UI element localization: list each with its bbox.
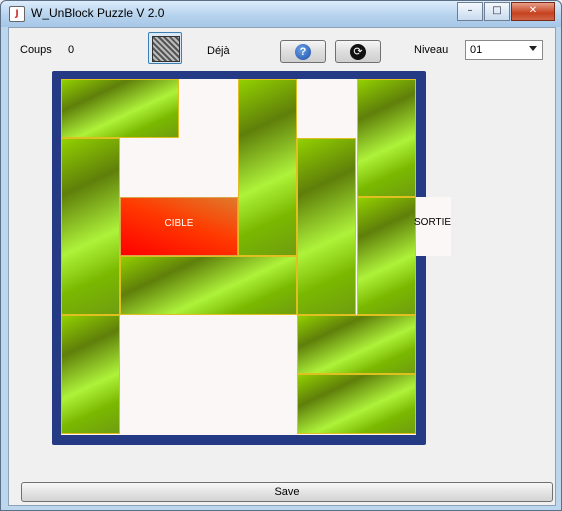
block[interactable] [357, 197, 416, 315]
window-title: W_UnBlock Puzzle V 2.0 [31, 6, 165, 20]
refresh-icon: ⟳ [350, 44, 366, 60]
niveau-label: Niveau [414, 44, 449, 56]
block[interactable] [61, 138, 120, 315]
niveau-value: 01 [470, 44, 483, 56]
block[interactable] [61, 79, 179, 138]
refresh-button[interactable]: ⟳ [335, 40, 381, 63]
window-controls: – □ ✕ [456, 2, 555, 21]
coups-label: Coups [20, 44, 52, 56]
deja-label: Déjà [207, 45, 230, 57]
coups-value: 0 [68, 44, 75, 56]
niveau-select[interactable]: 01 [465, 40, 543, 60]
block[interactable] [238, 79, 297, 256]
block[interactable] [297, 138, 356, 315]
target-block[interactable]: CIBLE [120, 197, 238, 256]
dropdown-arrow-icon [529, 46, 537, 51]
app-icon: J [9, 6, 25, 22]
exit-gate: SORTIE [414, 197, 452, 256]
main-panel: Coups 0 Déjà ? ⟳ Niveau 01 CIBLE SORTIE … [8, 27, 556, 506]
board-floor: CIBLE [61, 79, 416, 435]
block[interactable] [297, 374, 416, 434]
minimize-button[interactable]: – [457, 2, 483, 21]
puzzle-thumbnail-button[interactable] [148, 32, 182, 64]
help-button[interactable]: ? [280, 40, 326, 63]
app-window: J W_UnBlock Puzzle V 2.0 – □ ✕ Coups 0 D… [0, 0, 562, 511]
title-bar[interactable]: J W_UnBlock Puzzle V 2.0 – □ ✕ [1, 1, 561, 27]
maximize-button[interactable]: □ [484, 2, 510, 21]
target-label: CIBLE [164, 218, 194, 229]
save-button[interactable]: Save [21, 482, 553, 502]
block[interactable] [120, 256, 297, 315]
close-button[interactable]: ✕ [511, 2, 555, 21]
block[interactable] [61, 315, 120, 434]
help-icon: ? [295, 44, 311, 60]
exit-label: SORTIE [414, 217, 452, 228]
puzzle-thumbnail-icon [152, 36, 180, 62]
puzzle-board: CIBLE SORTIE [52, 71, 451, 445]
block[interactable] [357, 79, 416, 197]
block[interactable] [297, 315, 416, 374]
